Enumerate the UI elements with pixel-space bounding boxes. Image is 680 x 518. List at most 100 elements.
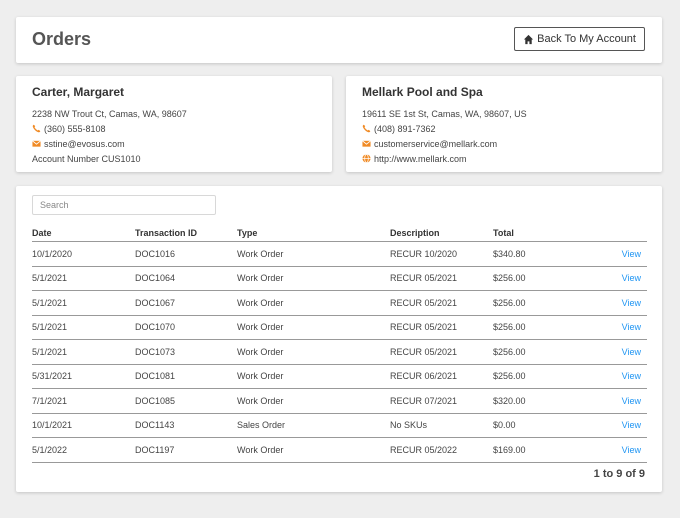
view-link[interactable]: View — [622, 396, 641, 406]
row-date: 10/1/2020 — [32, 241, 135, 267]
row-total: $340.80 — [493, 241, 568, 267]
row-view-cell: View — [568, 388, 647, 414]
company-name: Mellark Pool and Spa — [362, 85, 483, 99]
row-view-cell: View — [568, 437, 647, 463]
column-header-action — [568, 225, 647, 242]
row-total: $256.00 — [493, 315, 568, 340]
table-row: 5/1/2021 DOC1067 Work Order RECUR 05/2021 $2… — [32, 290, 647, 316]
row-total: $320.00 — [493, 388, 568, 414]
column-header-description[interactable]: Description — [390, 225, 493, 242]
envelope-icon — [32, 140, 41, 147]
row-transaction-id: DOC1016 — [135, 241, 237, 267]
view-link[interactable]: View — [622, 347, 641, 357]
row-type: Work Order — [237, 388, 390, 414]
view-link[interactable]: View — [622, 445, 641, 455]
row-view-cell: View — [568, 413, 647, 438]
row-total: $256.00 — [493, 266, 568, 291]
search-input[interactable] — [32, 195, 216, 215]
row-date: 5/1/2021 — [32, 266, 135, 291]
home-icon — [524, 34, 534, 44]
row-type: Sales Order — [237, 413, 390, 438]
page-title: Orders — [32, 29, 92, 49]
row-transaction-id: DOC1081 — [135, 364, 237, 389]
row-date: 5/1/2021 — [32, 315, 135, 340]
view-link[interactable]: View — [622, 249, 641, 259]
table-row: 5/1/2021 DOC1073 Work Order RECUR 05/2021 $2… — [32, 339, 647, 365]
row-transaction-id: DOC1143 — [135, 413, 237, 438]
table-row: 10/1/2021 DOC1143 Sales Order No SKUs $0.00 V… — [32, 413, 647, 438]
row-transaction-id: DOC1070 — [135, 315, 237, 340]
globe-icon — [362, 154, 371, 163]
orders-table-card: Date Transaction ID Type Description Tot… — [16, 186, 662, 492]
table-row: 5/1/2021 DOC1064 Work Order RECUR 05/2021 $2… — [32, 266, 647, 291]
pagination-summary: 1 to 9 of 9 — [593, 468, 645, 480]
row-type: Work Order — [237, 241, 390, 267]
row-date: 5/31/2021 — [32, 364, 135, 389]
row-description: RECUR 05/2021 — [390, 290, 493, 316]
table-header-row: Date Transaction ID Type Description Tot… — [32, 225, 647, 242]
row-description: RECUR 05/2022 — [390, 437, 493, 463]
row-view-cell: View — [568, 241, 647, 267]
row-date: 5/1/2021 — [32, 290, 135, 316]
row-transaction-id: DOC1197 — [135, 437, 237, 463]
row-view-cell: View — [568, 339, 647, 365]
customer-email: sstine@evosus.com — [32, 136, 187, 151]
row-description: No SKUs — [390, 413, 493, 438]
row-total: $0.00 — [493, 413, 568, 438]
table-row: 10/1/2020 DOC1016 Work Order RECUR 10/2020 $… — [32, 241, 647, 267]
view-link[interactable]: View — [622, 420, 641, 430]
row-description: RECUR 07/2021 — [390, 388, 493, 414]
table-row: 5/1/2022 DOC1197 Work Order RECUR 05/2022 $1… — [32, 437, 647, 463]
row-type: Work Order — [237, 364, 390, 389]
customer-account-number: Account Number CUS1010 — [32, 153, 141, 164]
row-type: Work Order — [237, 315, 390, 340]
phone-icon — [32, 124, 41, 133]
column-header-transaction-id[interactable]: Transaction ID — [135, 225, 237, 242]
phone-icon — [362, 124, 371, 133]
row-date: 5/1/2022 — [32, 437, 135, 463]
row-transaction-id: DOC1067 — [135, 290, 237, 316]
column-header-type[interactable]: Type — [237, 225, 390, 242]
page-header: Orders Back To My Account — [16, 17, 662, 63]
column-header-date[interactable]: Date — [32, 225, 135, 242]
table-row: 5/1/2021 DOC1070 Work Order RECUR 05/2021 $2… — [32, 315, 647, 340]
customer-name: Carter, Margaret — [32, 85, 125, 99]
back-button-label: Back To My Account — [537, 33, 636, 45]
company-address: 19611 SE 1st St, Camas, WA, 98607, US — [362, 108, 527, 119]
company-card: Mellark Pool and Spa 19611 SE 1st St, Ca… — [346, 76, 662, 172]
row-total: $169.00 — [493, 437, 568, 463]
envelope-icon — [362, 140, 371, 147]
customer-phone: (360) 555-8108 — [32, 121, 187, 136]
row-transaction-id: DOC1064 — [135, 266, 237, 291]
row-description: RECUR 05/2021 — [390, 315, 493, 340]
view-link[interactable]: View — [622, 273, 641, 283]
view-link[interactable]: View — [622, 298, 641, 308]
row-view-cell: View — [568, 364, 647, 389]
customer-card: Carter, Margaret 2238 NW Trout Ct, Camas… — [16, 76, 332, 172]
back-to-account-button[interactable]: Back To My Account — [514, 27, 645, 51]
row-total: $256.00 — [493, 364, 568, 389]
row-date: 7/1/2021 — [32, 388, 135, 414]
table-row: 7/1/2021 DOC1085 Work Order RECUR 07/2021 $3… — [32, 388, 647, 414]
customer-address: 2238 NW Trout Ct, Camas, WA, 98607 — [32, 108, 187, 119]
column-header-total[interactable]: Total — [493, 225, 568, 242]
view-link[interactable]: View — [622, 322, 641, 332]
orders-table: Date Transaction ID Type Description Tot… — [32, 225, 647, 463]
row-total: $256.00 — [493, 339, 568, 365]
row-date: 5/1/2021 — [32, 339, 135, 365]
row-type: Work Order — [237, 290, 390, 316]
company-email: customerservice@mellark.com — [362, 136, 527, 151]
row-total: $256.00 — [493, 290, 568, 316]
row-description: RECUR 05/2021 — [390, 266, 493, 291]
view-link[interactable]: View — [622, 371, 641, 381]
row-transaction-id: DOC1073 — [135, 339, 237, 365]
row-type: Work Order — [237, 437, 390, 463]
row-date: 10/1/2021 — [32, 413, 135, 438]
row-type: Work Order — [237, 266, 390, 291]
row-view-cell: View — [568, 315, 647, 340]
company-website: http://www.mellark.com — [362, 151, 527, 166]
table-row: 5/31/2021 DOC1081 Work Order RECUR 06/2021 $… — [32, 364, 647, 389]
row-transaction-id: DOC1085 — [135, 388, 237, 414]
company-phone: (408) 891-7362 — [362, 121, 527, 136]
row-view-cell: View — [568, 290, 647, 316]
